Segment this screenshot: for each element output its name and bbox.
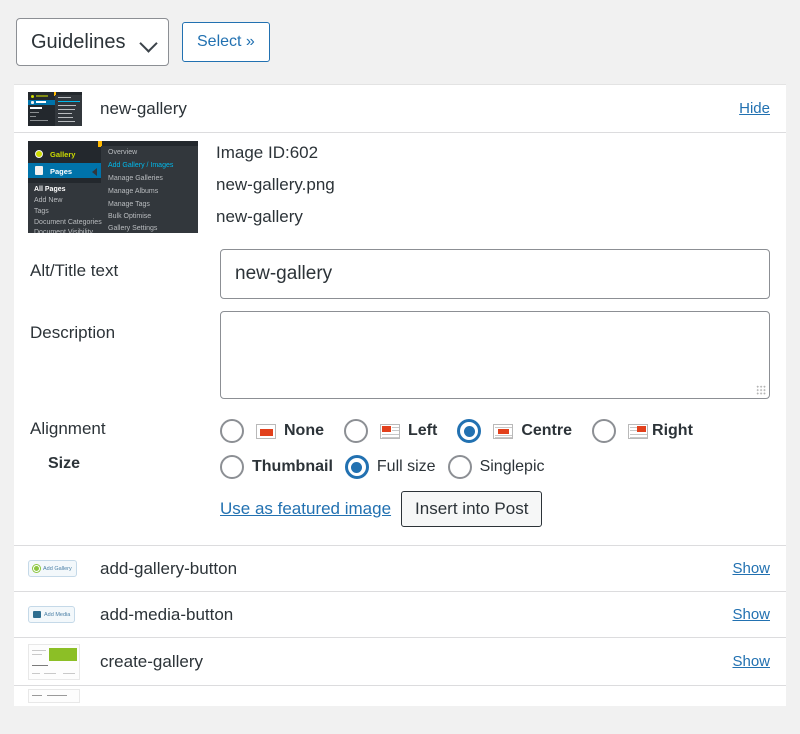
size-option-singlepic-label: Singlepic xyxy=(479,458,545,475)
list-item-title: Add Media add-media-button xyxy=(14,605,732,625)
alt-title-field-row: Alt/Title text xyxy=(14,243,786,305)
description-field-row: Description xyxy=(14,305,786,405)
use-as-featured-image-link[interactable]: Use as featured image xyxy=(220,499,391,519)
radio-none[interactable] xyxy=(220,419,244,443)
list-item-name: add-media-button xyxy=(100,604,234,624)
size-option-thumbnail[interactable]: Thumbnail xyxy=(220,455,333,479)
size-option-singlepic[interactable]: Singlepic xyxy=(447,455,545,479)
show-link[interactable]: Show xyxy=(732,606,770,623)
gallery-select[interactable]: Guidelines xyxy=(16,18,169,66)
size-option-full-size[interactable]: Full size xyxy=(344,455,436,479)
alt-title-label: Alt/Title text xyxy=(30,261,119,280)
chevron-down-icon xyxy=(139,34,158,53)
description-textarea[interactable] xyxy=(220,311,770,399)
align-left-icon xyxy=(380,423,400,439)
green-banner-icon xyxy=(49,647,77,661)
list-item-partial[interactable] xyxy=(14,686,786,706)
radio-full-size[interactable] xyxy=(344,455,369,479)
insert-into-post-button[interactable]: Insert into Post xyxy=(401,491,543,527)
alignment-option-left[interactable]: Left xyxy=(344,419,437,443)
gallery-select-value: Guidelines xyxy=(31,31,126,53)
file-name-text: new-gallery.png xyxy=(216,175,335,194)
show-link[interactable]: Show xyxy=(732,560,770,577)
media-item-header-row: new-gallery Hide xyxy=(14,85,786,133)
wordpress-admin-menu-preview: Gallery Pages All Pages Add New Tags Doc… xyxy=(28,141,198,233)
next-item-thumbnail-icon xyxy=(28,689,80,703)
alignment-label: Alignment xyxy=(30,419,106,438)
detail-actions: Use as featured image Insert into Post xyxy=(14,479,786,535)
size-option-thumbnail-label: Thumbnail xyxy=(252,458,333,475)
add-media-button-thumb-text: Add Media xyxy=(44,611,71,618)
description-label: Description xyxy=(30,323,116,342)
gallery-dot-icon xyxy=(33,565,40,572)
size-label: Size xyxy=(48,455,81,472)
row-thumbnail xyxy=(14,91,82,126)
media-preview-thumbnail[interactable]: Gallery Pages All Pages Add New Tags Doc… xyxy=(28,141,198,233)
alignment-option-right[interactable]: Right xyxy=(592,419,693,443)
add-media-button-icon: Add Media xyxy=(28,606,76,623)
size-field-row: Size Thumbnail Full size Singlepic xyxy=(14,443,786,479)
select-button[interactable]: Select » xyxy=(182,22,270,62)
size-option-full-size-label: Full size xyxy=(376,458,436,475)
list-item-name: add-gallery-button xyxy=(100,558,238,578)
alignment-option-left-label: Left xyxy=(408,422,438,439)
alignment-field-row: Alignment None Left Centre Right xyxy=(14,405,786,443)
hide-link[interactable]: Hide xyxy=(739,100,770,117)
media-item-header-title: new-gallery xyxy=(14,91,739,126)
alignment-option-centre-label: Centre xyxy=(521,422,573,439)
radio-singlepic[interactable] xyxy=(447,455,472,479)
size-radio-group: Thumbnail Full size Singlepic xyxy=(220,451,770,479)
add-gallery-button-thumb-text: Add Gallery xyxy=(43,565,72,572)
alignment-option-none[interactable]: None xyxy=(220,419,324,443)
alignment-option-none-label: None xyxy=(284,422,324,439)
wordpress-admin-menu-icon xyxy=(28,91,82,126)
list-item[interactable]: Add Gallery add-gallery-button Show xyxy=(14,546,786,592)
list-item-title xyxy=(14,689,770,703)
row-thumbnail: Add Media xyxy=(14,606,82,623)
list-item[interactable]: create-gallery Show xyxy=(14,638,786,686)
radio-centre[interactable] xyxy=(457,419,482,443)
media-item-name: new-gallery xyxy=(100,98,187,118)
top-toolbar: Guidelines Select » xyxy=(0,0,800,84)
align-none-icon xyxy=(256,423,276,439)
image-title-text: new-gallery xyxy=(216,207,303,226)
show-link[interactable]: Show xyxy=(732,653,770,670)
add-gallery-button-icon: Add Gallery xyxy=(28,560,77,577)
list-item-title: Add Gallery add-gallery-button xyxy=(14,559,732,579)
row-thumbnail xyxy=(14,689,82,703)
radio-thumbnail[interactable] xyxy=(220,455,244,479)
list-item-title: create-gallery xyxy=(14,643,732,680)
row-thumbnail: Add Gallery xyxy=(14,560,82,577)
media-detail-top: Gallery Pages All Pages Add New Tags Doc… xyxy=(14,133,786,243)
list-item[interactable]: Add Media add-media-button Show xyxy=(14,592,786,638)
alignment-radio-group: None Left Centre Right xyxy=(220,415,770,443)
radio-left[interactable] xyxy=(344,419,368,443)
media-detail-panel: Gallery Pages All Pages Add New Tags Doc… xyxy=(14,133,786,546)
create-gallery-screenshot-icon xyxy=(28,643,80,680)
list-item-name: create-gallery xyxy=(100,651,203,671)
alignment-option-right-label: Right xyxy=(652,422,693,439)
media-metadata: Image ID:602 new-gallery.png new-gallery xyxy=(198,141,335,233)
media-glyph-icon xyxy=(33,611,41,618)
align-centre-icon xyxy=(493,423,514,439)
align-right-icon xyxy=(628,423,649,439)
media-panel: new-gallery Hide Gallery Pages All Pages… xyxy=(14,84,786,706)
alt-title-input[interactable] xyxy=(220,249,770,299)
row-thumbnail xyxy=(14,643,82,680)
image-id-text: Image ID:602 xyxy=(216,143,319,162)
alignment-option-centre[interactable]: Centre xyxy=(457,419,572,443)
radio-right[interactable] xyxy=(592,419,617,443)
